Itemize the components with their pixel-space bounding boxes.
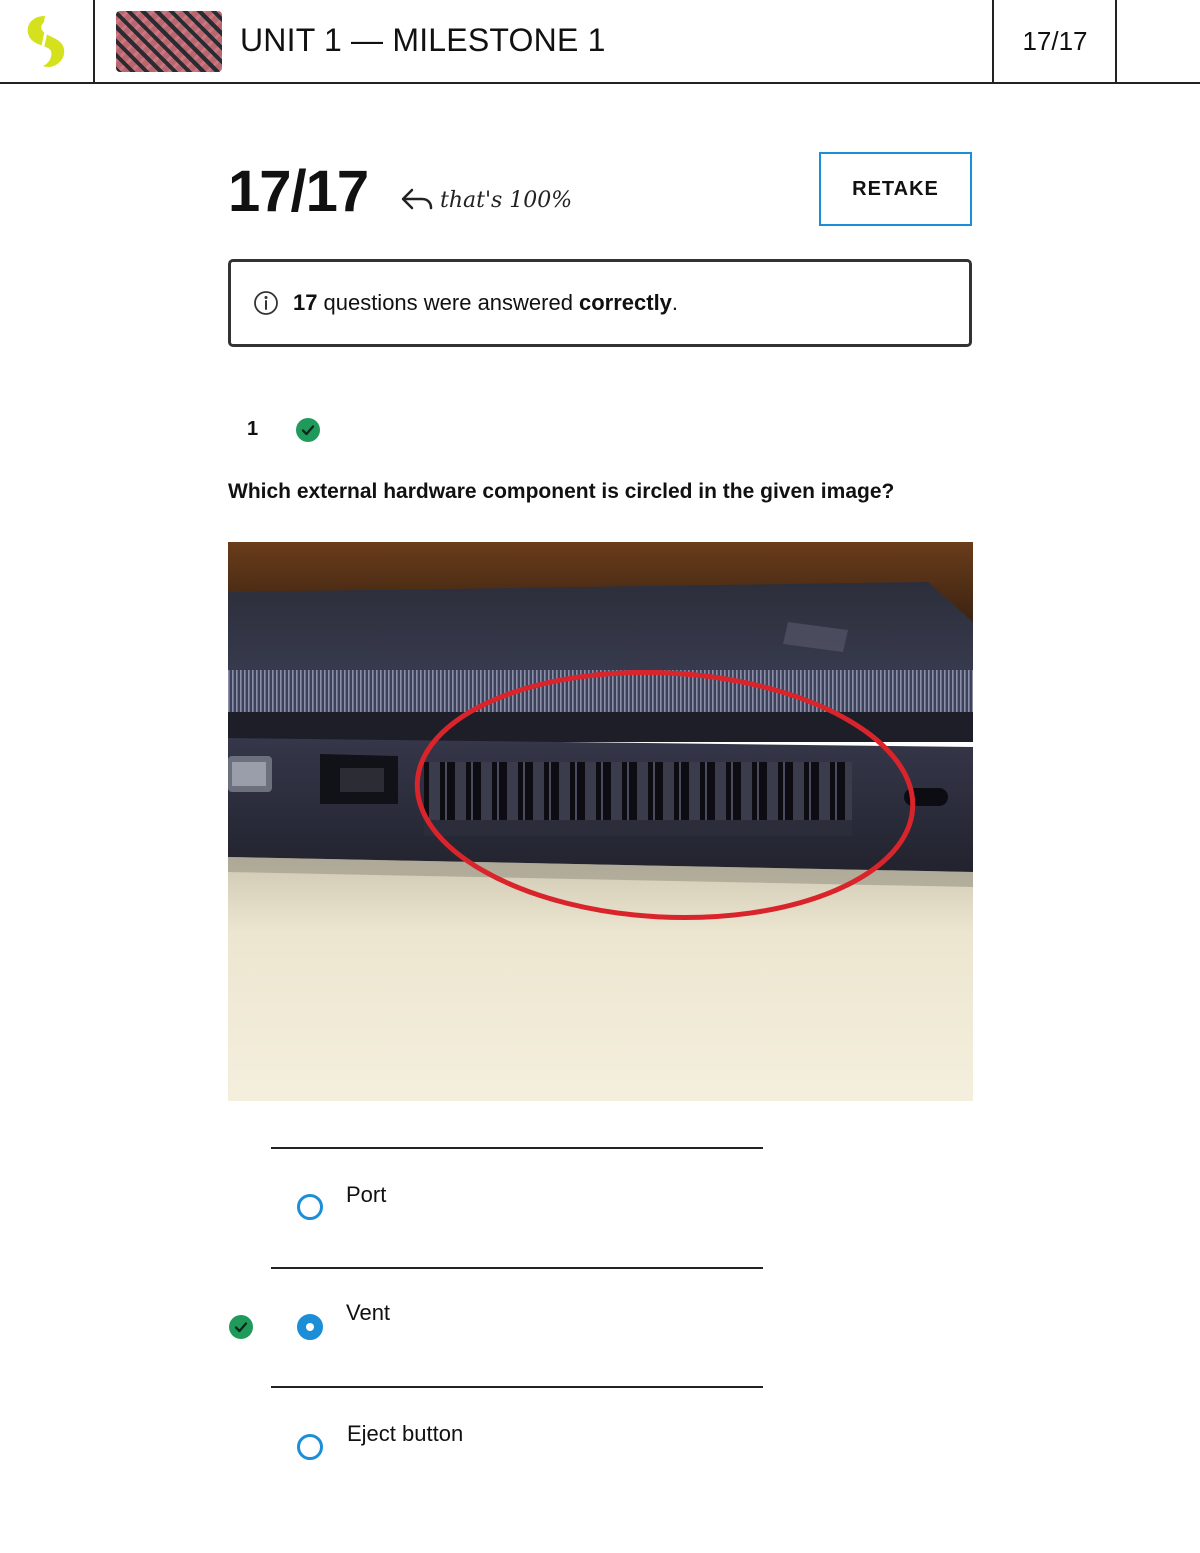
score-note-text: that's 100% <box>440 187 573 213</box>
question-image <box>228 542 973 1101</box>
answer-label-eject-button[interactable]: Eject button <box>347 1421 463 1447</box>
undo-arrow-icon <box>401 188 433 210</box>
check-circle-icon <box>296 418 320 442</box>
score-total: 17/17 <box>228 159 369 224</box>
answer-label-vent[interactable]: Vent <box>346 1300 390 1326</box>
logo-icon[interactable] <box>22 14 68 70</box>
course-thumbnail <box>116 11 222 72</box>
header-divider <box>1115 0 1117 84</box>
answer-radio-eject-button[interactable] <box>297 1434 323 1460</box>
top-bar: UNIT 1 — MILESTONE 1 17/17 <box>0 0 1200 84</box>
header-score: 17/17 <box>1022 26 1088 56</box>
answer-label-port[interactable]: Port <box>346 1182 386 1208</box>
summary-emphasis: correctly <box>578 290 672 315</box>
page-title: UNIT 1 — MILESTONE 1 <box>240 22 606 58</box>
question-text: Which external hardware component is cir… <box>228 480 895 503</box>
answer-divider <box>271 1147 763 1149</box>
correct-count: 17 <box>293 290 318 315</box>
retake-button[interactable]: RETAKE <box>819 152 972 226</box>
answer-radio-port[interactable] <box>297 1194 323 1220</box>
score-note: that's 100% <box>400 182 572 218</box>
header-divider <box>93 0 95 84</box>
summary-banner: 17 questions were answered correctly . <box>228 259 972 347</box>
answer-divider <box>271 1267 763 1269</box>
answer-radio-vent[interactable] <box>297 1314 323 1340</box>
info-icon <box>254 291 278 315</box>
summary-period: . <box>671 290 679 315</box>
answer-divider <box>271 1386 763 1388</box>
check-circle-icon <box>229 1315 253 1339</box>
question-number: 1 <box>247 418 259 440</box>
summary-text: questions were answered <box>323 290 573 315</box>
